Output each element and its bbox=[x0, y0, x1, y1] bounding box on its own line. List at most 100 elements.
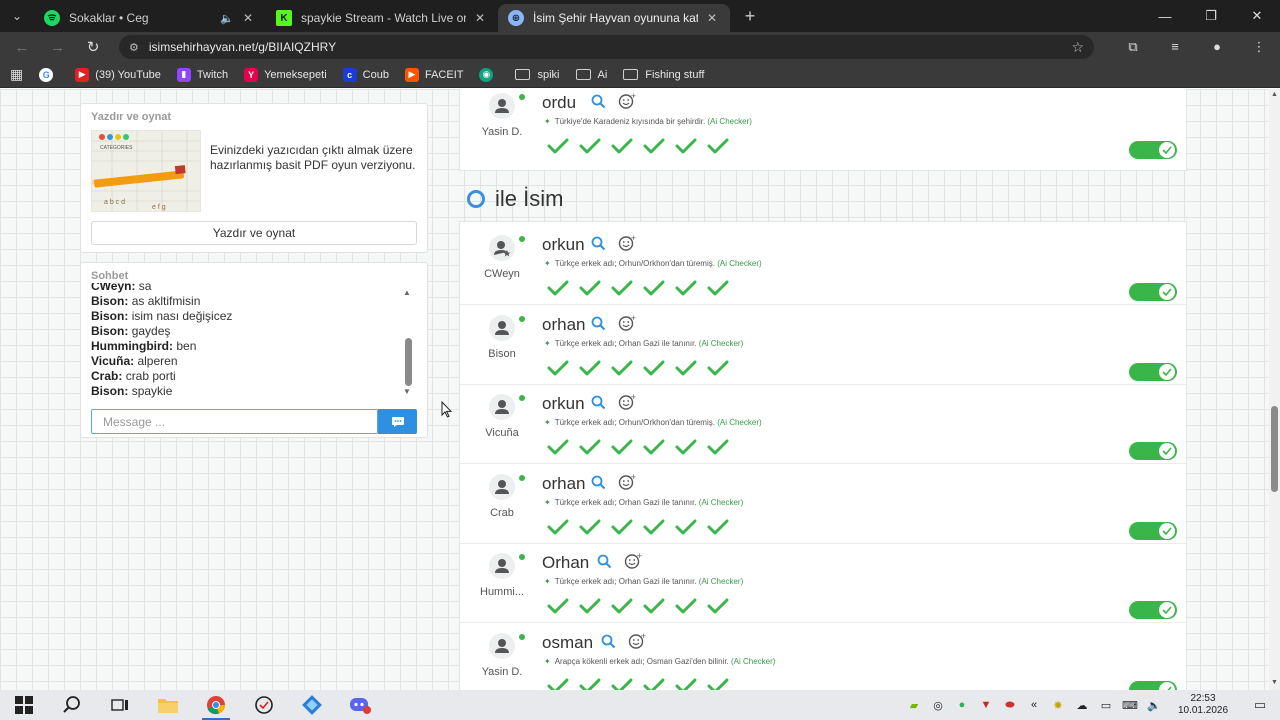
system-clock[interactable]: 22:53 10.01.2026 bbox=[1166, 693, 1240, 717]
approve-check-icon[interactable] bbox=[642, 676, 674, 690]
approve-check-icon[interactable] bbox=[674, 278, 706, 298]
search-icon[interactable] bbox=[591, 475, 606, 490]
search-icon[interactable] bbox=[601, 634, 616, 649]
search-icon[interactable] bbox=[591, 316, 606, 331]
task-view-icon[interactable] bbox=[96, 690, 144, 720]
app-tray-icon[interactable]: ⬬ bbox=[998, 699, 1022, 712]
app-tray-icon[interactable]: ▼ bbox=[974, 699, 998, 711]
approve-check-icon[interactable] bbox=[578, 517, 610, 537]
emoji-react-icon[interactable]: + bbox=[618, 394, 636, 410]
profile-avatar-icon[interactable]: ● bbox=[1196, 39, 1238, 55]
emoji-react-icon[interactable]: + bbox=[628, 633, 646, 649]
file-explorer-icon[interactable] bbox=[144, 690, 192, 720]
bookmark-youtube[interactable]: ▶ (39) YouTube bbox=[75, 67, 161, 82]
bookmark-coub[interactable]: c Coub bbox=[342, 67, 389, 82]
approve-check-icon[interactable] bbox=[706, 596, 738, 616]
app-tray-icon[interactable]: « bbox=[1022, 699, 1046, 711]
accept-toggle[interactable] bbox=[1129, 141, 1177, 159]
search-icon[interactable] bbox=[48, 690, 96, 720]
emoji-react-icon[interactable]: + bbox=[624, 553, 642, 569]
approve-check-icon[interactable] bbox=[642, 437, 674, 457]
tab-kick[interactable]: K spaykie Stream - Watch Live on ✕ bbox=[266, 4, 498, 32]
scroll-down-arrow-icon[interactable]: ▼ bbox=[1271, 679, 1278, 686]
approve-check-icon[interactable] bbox=[578, 136, 610, 156]
print-and-play-button[interactable]: Yazdır ve oynat bbox=[91, 221, 417, 245]
media-controls-icon[interactable]: ≡ bbox=[1154, 39, 1196, 55]
volume-icon[interactable]: 🔈 bbox=[1142, 699, 1166, 712]
approve-check-icon[interactable] bbox=[546, 437, 578, 457]
app-tray-icon[interactable]: ✸ bbox=[1046, 699, 1070, 712]
accept-toggle[interactable] bbox=[1129, 363, 1177, 381]
discord-icon[interactable] bbox=[336, 690, 384, 720]
accept-toggle[interactable] bbox=[1129, 681, 1177, 690]
windows-start-icon[interactable] bbox=[0, 690, 48, 720]
approve-check-icon[interactable] bbox=[578, 437, 610, 457]
notifications-icon[interactable]: ▭ bbox=[1240, 697, 1280, 713]
approve-check-icon[interactable] bbox=[674, 676, 706, 690]
app-icon[interactable] bbox=[288, 690, 336, 720]
tab-spotify[interactable]: Sokaklar • Ceg 🔈 ✕ bbox=[34, 4, 266, 32]
approve-check-icon[interactable] bbox=[610, 358, 642, 378]
chat-message-input[interactable]: Message ... bbox=[91, 409, 378, 434]
bookmark-folder-ai[interactable]: Ai bbox=[575, 69, 607, 81]
approve-check-icon[interactable] bbox=[610, 596, 642, 616]
close-tab-icon[interactable]: ✕ bbox=[240, 11, 256, 25]
approve-check-icon[interactable] bbox=[642, 596, 674, 616]
site-settings-icon[interactable]: ⚙ bbox=[129, 41, 139, 54]
approve-check-icon[interactable] bbox=[642, 136, 674, 156]
approve-check-icon[interactable] bbox=[578, 358, 610, 378]
chrome-icon[interactable] bbox=[192, 690, 240, 720]
app-icon[interactable] bbox=[240, 690, 288, 720]
tab-search-chevron-icon[interactable]: ⌄ bbox=[0, 0, 34, 32]
approve-check-icon[interactable] bbox=[546, 278, 578, 298]
approve-check-icon[interactable] bbox=[610, 676, 642, 690]
emoji-react-icon[interactable]: + bbox=[618, 315, 636, 331]
approve-check-icon[interactable] bbox=[674, 517, 706, 537]
approve-check-icon[interactable] bbox=[610, 136, 642, 156]
approve-check-icon[interactable] bbox=[642, 517, 674, 537]
approve-check-icon[interactable] bbox=[642, 278, 674, 298]
approve-check-icon[interactable] bbox=[706, 278, 738, 298]
approve-check-icon[interactable] bbox=[706, 358, 738, 378]
tab-isimsehirhayvan[interactable]: ⊕ İsim Şehir Hayvan oyununa katıl ✕ bbox=[498, 4, 730, 32]
nvidia-icon[interactable]: ▰ bbox=[902, 699, 926, 712]
approve-check-icon[interactable] bbox=[546, 596, 578, 616]
network-icon[interactable]: ⌨ bbox=[1118, 699, 1142, 712]
chat-scroll-up-icon[interactable]: ▲ bbox=[403, 288, 411, 297]
approve-check-icon[interactable] bbox=[546, 676, 578, 690]
new-tab-button[interactable]: + bbox=[736, 2, 764, 30]
search-icon[interactable] bbox=[591, 395, 606, 410]
search-icon[interactable] bbox=[591, 236, 606, 251]
search-icon[interactable] bbox=[591, 94, 606, 109]
bookmark-folder-fishing[interactable]: Fishing stuff bbox=[623, 69, 704, 81]
approve-check-icon[interactable] bbox=[546, 517, 578, 537]
close-window-icon[interactable]: ✕ bbox=[1234, 0, 1280, 32]
chat-send-button[interactable] bbox=[378, 409, 417, 434]
display-icon[interactable]: ▭ bbox=[1094, 699, 1118, 712]
bookmark-star-icon[interactable]: ☆ bbox=[1071, 39, 1084, 56]
bookmark-faceit[interactable]: ▶ FACEIT bbox=[404, 67, 463, 82]
approve-check-icon[interactable] bbox=[674, 358, 706, 378]
search-icon[interactable] bbox=[597, 554, 612, 569]
emoji-react-icon[interactable]: + bbox=[618, 474, 636, 490]
scrollbar-thumb[interactable] bbox=[1271, 406, 1278, 492]
approve-check-icon[interactable] bbox=[642, 358, 674, 378]
approve-check-icon[interactable] bbox=[578, 596, 610, 616]
emoji-react-icon[interactable]: + bbox=[618, 235, 636, 251]
app-tray-icon[interactable]: ◎ bbox=[926, 699, 950, 712]
chat-log[interactable]: CWeyn: sa Bison: as akltifmisin Bison: i… bbox=[91, 283, 401, 401]
accept-toggle[interactable] bbox=[1129, 601, 1177, 619]
approve-check-icon[interactable] bbox=[674, 136, 706, 156]
minimize-icon[interactable]: — bbox=[1142, 0, 1188, 32]
approve-check-icon[interactable] bbox=[546, 358, 578, 378]
approve-check-icon[interactable] bbox=[674, 437, 706, 457]
reload-icon[interactable]: ↻ bbox=[75, 38, 111, 56]
page-scrollbar[interactable]: ▲ ▼ bbox=[1269, 89, 1280, 690]
approve-check-icon[interactable] bbox=[578, 676, 610, 690]
chat-scroll-down-icon[interactable]: ▼ bbox=[403, 387, 411, 396]
forward-arrow-icon[interactable]: → bbox=[40, 39, 76, 56]
bookmark-folder-spiki[interactable]: spiki bbox=[515, 69, 560, 81]
approve-check-icon[interactable] bbox=[546, 136, 578, 156]
accept-toggle[interactable] bbox=[1129, 283, 1177, 301]
scroll-up-arrow-icon[interactable]: ▲ bbox=[1271, 91, 1278, 98]
